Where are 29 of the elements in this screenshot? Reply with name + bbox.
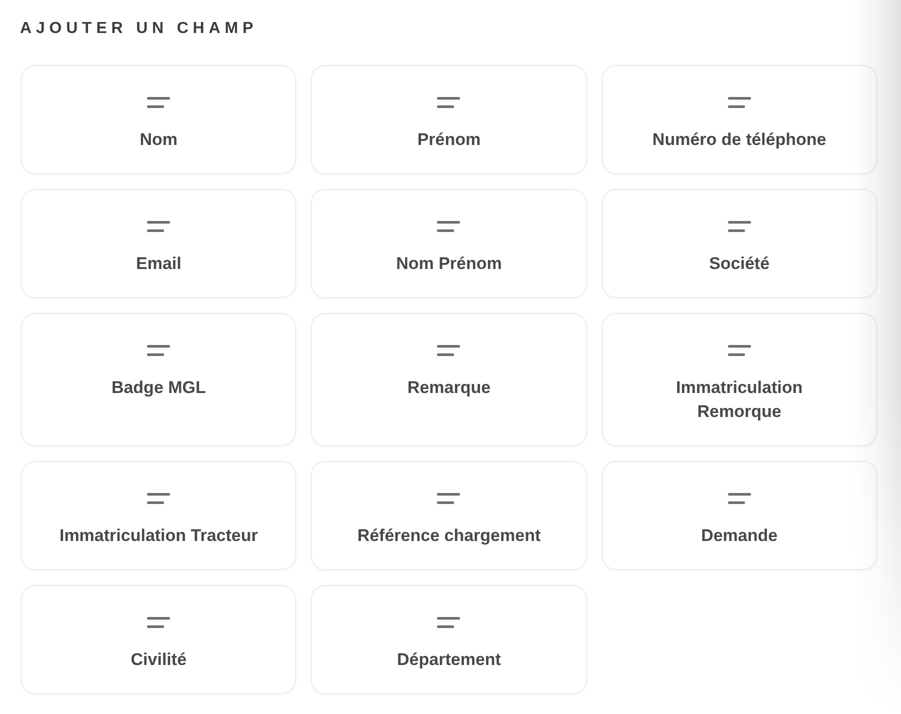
field-type-button[interactable]: Demande [602,461,877,570]
text-lines-icon [437,221,460,232]
field-type-button[interactable]: Email [21,189,296,298]
field-type-button[interactable]: Civilité [21,585,296,694]
text-lines-icon [437,617,460,628]
field-type-button[interactable]: Immatriculation Remorque [602,313,877,446]
field-type-button[interactable]: Badge MGL [21,313,296,446]
text-lines-icon [728,97,751,108]
field-type-button[interactable]: Prénom [311,65,587,174]
field-type-button[interactable]: Nom Prénom [311,189,587,298]
field-type-button[interactable]: Référence chargement [311,461,587,570]
field-type-button[interactable]: Département [311,585,587,694]
text-lines-icon [728,221,751,232]
text-lines-icon [728,345,751,356]
field-type-button[interactable]: Immatriculation Tracteur [21,461,296,570]
field-type-button[interactable]: Société [602,189,877,298]
field-type-button[interactable]: Nom [21,65,296,174]
text-lines-icon [728,493,751,504]
section-title: AJOUTER UN CHAMP [20,19,259,39]
text-lines-icon [437,345,460,356]
text-lines-icon [437,493,460,504]
text-lines-icon [147,221,170,232]
text-lines-icon [147,493,170,504]
text-lines-icon [147,617,170,628]
text-lines-icon [437,97,460,108]
text-lines-icon [147,345,170,356]
text-lines-icon [147,97,170,108]
field-type-button[interactable]: Remarque [311,313,587,446]
field-type-button[interactable]: Numéro de téléphone [602,65,877,174]
